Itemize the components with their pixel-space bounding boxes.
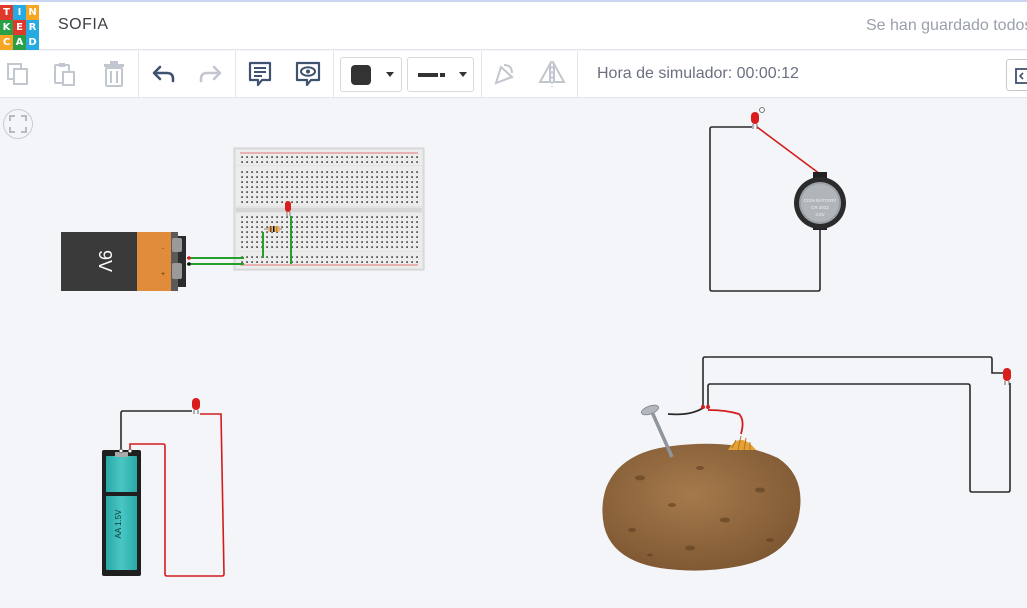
toolbar-divider xyxy=(235,51,236,98)
mirror-icon xyxy=(538,60,566,87)
paste-icon xyxy=(54,63,75,86)
aa-battery-label: AA 1.5V xyxy=(114,509,123,539)
coin-led[interactable] xyxy=(751,107,765,130)
circuit-canvas[interactable]: - + 9V COIN BATTERY CR 2032 3.0V AA 1.5V xyxy=(0,99,1027,608)
copper-wire[interactable] xyxy=(707,409,744,435)
toolbar: Hora de simulador: 00:00:12 xyxy=(0,51,1027,98)
potato[interactable] xyxy=(602,443,801,571)
logo-letter: I xyxy=(13,5,26,20)
logo-letter: C xyxy=(0,35,13,50)
wire-type-icon xyxy=(418,73,445,77)
coin-battery-label: COIN BATTERY xyxy=(804,198,837,203)
logo-letter: A xyxy=(13,35,26,50)
nail-wire[interactable] xyxy=(667,407,704,416)
undo-button[interactable] xyxy=(150,58,178,90)
tinkercad-logo[interactable]: TINKERCAD xyxy=(0,5,40,50)
circuit-workspace[interactable]: - + 9V COIN BATTERY CR 2032 3.0V AA 1.5V xyxy=(0,99,1027,608)
project-title[interactable]: SOFIA xyxy=(58,16,109,34)
tinkercad-app: TINKERCAD SOFIA Se han guardado todos lo… xyxy=(0,0,1027,608)
header: TINKERCAD SOFIA Se han guardado todos lo… xyxy=(0,0,1027,50)
toolbar-divider xyxy=(481,51,482,98)
coin-wire-red[interactable] xyxy=(756,126,821,175)
toolbar-divider xyxy=(333,51,334,98)
panel-icon xyxy=(1015,68,1027,84)
color-swatch xyxy=(351,65,371,85)
logo-letter: D xyxy=(26,35,39,50)
note-visibility-icon xyxy=(295,61,321,87)
logo-letter: R xyxy=(26,20,39,35)
copper-coin[interactable] xyxy=(728,435,756,451)
aa-battery-holder[interactable]: AA 1.5V xyxy=(102,448,141,576)
mirror-button[interactable] xyxy=(536,58,568,90)
notes-icon xyxy=(248,61,272,87)
potato-led[interactable] xyxy=(1003,368,1011,385)
coin-battery-voltage: 3.0V xyxy=(815,212,824,217)
toolbar-divider xyxy=(577,51,578,98)
chevron-down-icon xyxy=(386,72,394,77)
logo-letter: K xyxy=(0,20,13,35)
notes-button[interactable] xyxy=(245,58,275,90)
simulator-time: Hora de simulador: 00:00:12 xyxy=(597,65,799,82)
chevron-down-icon xyxy=(459,72,467,77)
trash-icon xyxy=(104,61,124,87)
svg-text:+: + xyxy=(161,271,165,278)
svg-text:-: - xyxy=(162,246,164,252)
potato-wire-black[interactable] xyxy=(702,356,1003,406)
aa-led[interactable] xyxy=(192,398,200,414)
logo-letter: T xyxy=(0,5,13,20)
copy-button[interactable] xyxy=(4,58,32,90)
toolbar-divider xyxy=(138,51,139,98)
delete-button[interactable] xyxy=(100,58,128,90)
redo-button[interactable] xyxy=(196,58,224,90)
coin-battery-model: CR 2032 xyxy=(811,205,829,210)
copy-icon xyxy=(7,63,28,85)
logo-letter: N xyxy=(26,5,39,20)
wire-type-dropdown[interactable] xyxy=(407,57,474,92)
battery-9v[interactable]: - + 9V xyxy=(61,232,191,291)
logo-letter: E xyxy=(13,20,26,35)
color-dropdown[interactable] xyxy=(340,57,402,92)
undo-icon xyxy=(152,65,175,83)
rotate-button[interactable] xyxy=(488,58,518,90)
aa-wire-red[interactable] xyxy=(129,413,225,577)
coin-battery[interactable]: COIN BATTERY CR 2032 3.0V xyxy=(794,172,846,230)
flip-icon xyxy=(494,64,514,85)
battery-9v-label: 9V xyxy=(95,250,115,272)
paste-button[interactable] xyxy=(51,58,79,90)
redo-icon xyxy=(199,65,222,83)
code-panel-button[interactable] xyxy=(1006,59,1027,91)
note-visibility-button[interactable] xyxy=(293,58,323,90)
save-status: Se han guardado todos los cambios xyxy=(866,17,1027,34)
